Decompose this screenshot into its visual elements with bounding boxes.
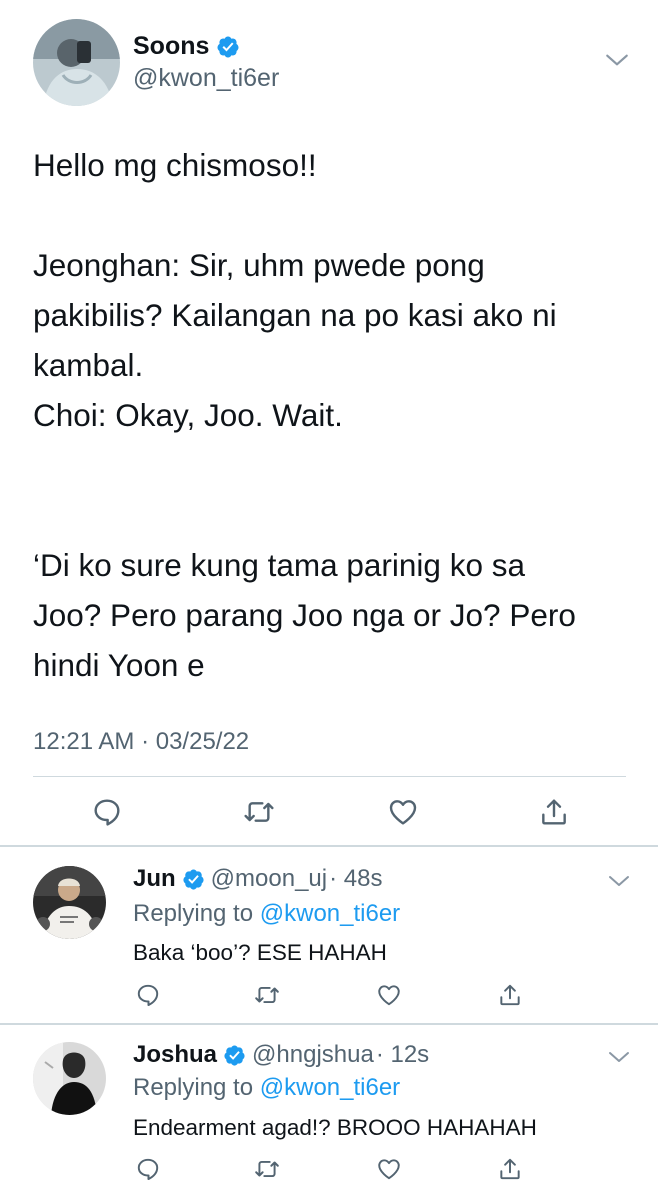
reply-button[interactable] (133, 980, 163, 1010)
reply-icon (91, 796, 123, 828)
avatar[interactable] (33, 866, 106, 939)
retweet-icon (254, 982, 280, 1008)
reply-time: · 12s (375, 1041, 430, 1068)
main-tweet: Soons @kwon_ti6er Hello mg chismoso!! Je… (0, 0, 658, 845)
replying-to-prefix: Replying to (133, 900, 260, 927)
user-handle[interactable]: @kwon_ti6er (133, 64, 279, 93)
reply-header: Joshua @hngjshua · 12s (133, 1041, 429, 1069)
share-button[interactable] (495, 1154, 525, 1184)
chevron-down-icon[interactable] (604, 50, 630, 70)
retweet-button[interactable] (242, 795, 276, 829)
share-icon (497, 982, 523, 1008)
like-icon (376, 1156, 402, 1182)
retweet-button[interactable] (252, 1154, 282, 1184)
reply-tweet[interactable]: Joshua @hngjshua · 12s Replying to @kwon… (0, 1025, 658, 1200)
divider (33, 776, 626, 777)
reply-icon (135, 1156, 161, 1182)
like-button[interactable] (374, 980, 404, 1010)
reply-text: Baka ‘boo’? ESE HAHAH (133, 940, 387, 965)
retweet-icon (254, 1156, 280, 1182)
replying-to-prefix: Replying to (133, 1074, 260, 1101)
verified-badge-icon (182, 868, 205, 891)
retweet-icon (243, 796, 275, 828)
replying-to-handle[interactable]: @kwon_ti6er (260, 900, 400, 927)
share-button[interactable] (537, 795, 571, 829)
replying-to-handle[interactable]: @kwon_ti6er (260, 1074, 400, 1101)
share-icon (497, 1156, 523, 1182)
avatar[interactable] (33, 19, 120, 106)
replying-to: Replying to @kwon_ti6er (133, 1074, 400, 1102)
replying-to: Replying to @kwon_ti6er (133, 900, 400, 928)
chevron-down-icon[interactable] (607, 1048, 631, 1066)
reply-tweet[interactable]: Jun @moon_uj · 48s Replying to @kwon_ti6… (0, 847, 658, 1023)
reply-header: Jun @moon_uj · 48s (133, 865, 382, 893)
user-handle[interactable]: @hngjshua (252, 1041, 374, 1069)
avatar[interactable] (33, 1042, 106, 1115)
user-handle[interactable]: @moon_uj (211, 865, 327, 893)
like-icon (376, 982, 402, 1008)
reply-button[interactable] (133, 1154, 163, 1184)
verified-badge-icon (216, 35, 240, 59)
verified-badge-icon (223, 1044, 246, 1067)
display-name[interactable]: Soons (133, 32, 240, 61)
share-icon (538, 796, 570, 828)
share-button[interactable] (495, 980, 525, 1010)
reply-icon (135, 982, 161, 1008)
reply-button[interactable] (90, 795, 124, 829)
chevron-down-icon[interactable] (607, 872, 631, 890)
display-name[interactable]: Joshua (133, 1041, 217, 1069)
like-icon (387, 796, 419, 828)
display-name[interactable]: Jun (133, 865, 176, 893)
like-button[interactable] (374, 1154, 404, 1184)
display-name-text: Soons (133, 32, 210, 60)
like-button[interactable] (386, 795, 420, 829)
tweet-text: Hello mg chismoso!! Jeonghan: Sir, uhm p… (33, 147, 576, 683)
reply-time: · 48s (329, 865, 383, 892)
retweet-button[interactable] (252, 980, 282, 1010)
reply-text: Endearment agad!? BROOO HAHAHAH (133, 1115, 537, 1140)
tweet-timestamp[interactable]: 12:21 AM · 03/25/22 (33, 728, 249, 756)
